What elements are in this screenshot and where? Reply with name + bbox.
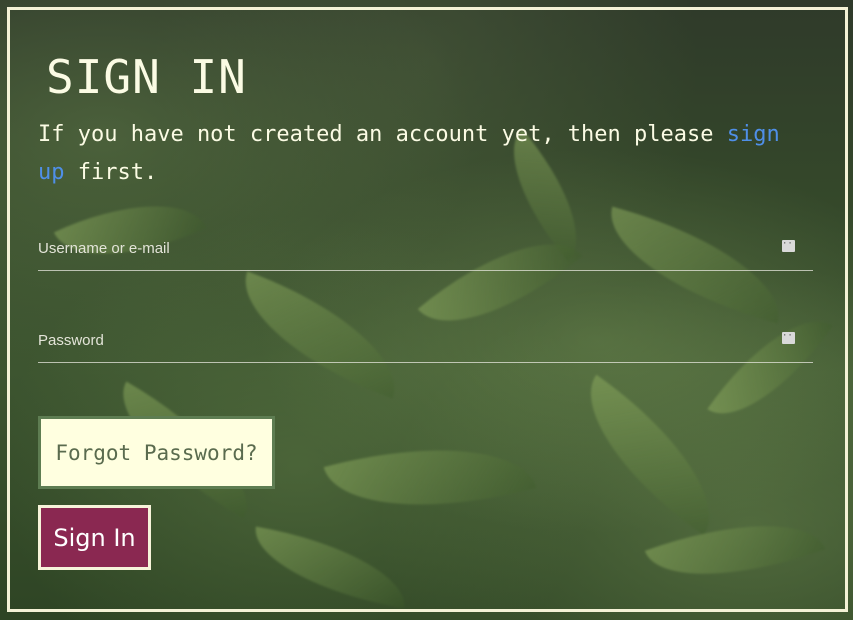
sign-in-button[interactable]: Sign In [38, 505, 151, 570]
password-field[interactable]: Password ··· [38, 322, 813, 363]
ellipsis-icon[interactable]: ··· [782, 332, 795, 344]
forgot-password-button[interactable]: Forgot Password? [38, 416, 275, 489]
page-title: SIGN IN [46, 50, 247, 104]
username-field[interactable]: Username or e-mail ··· [38, 230, 813, 271]
password-placeholder: Password [38, 332, 104, 349]
intro-text: If you have not created an account yet, … [38, 116, 818, 192]
intro-text-after: first. [64, 160, 158, 185]
intro-text-before: If you have not created an account yet, … [38, 122, 727, 147]
username-placeholder: Username or e-mail [38, 240, 170, 257]
ellipsis-icon[interactable]: ··· [782, 240, 795, 252]
